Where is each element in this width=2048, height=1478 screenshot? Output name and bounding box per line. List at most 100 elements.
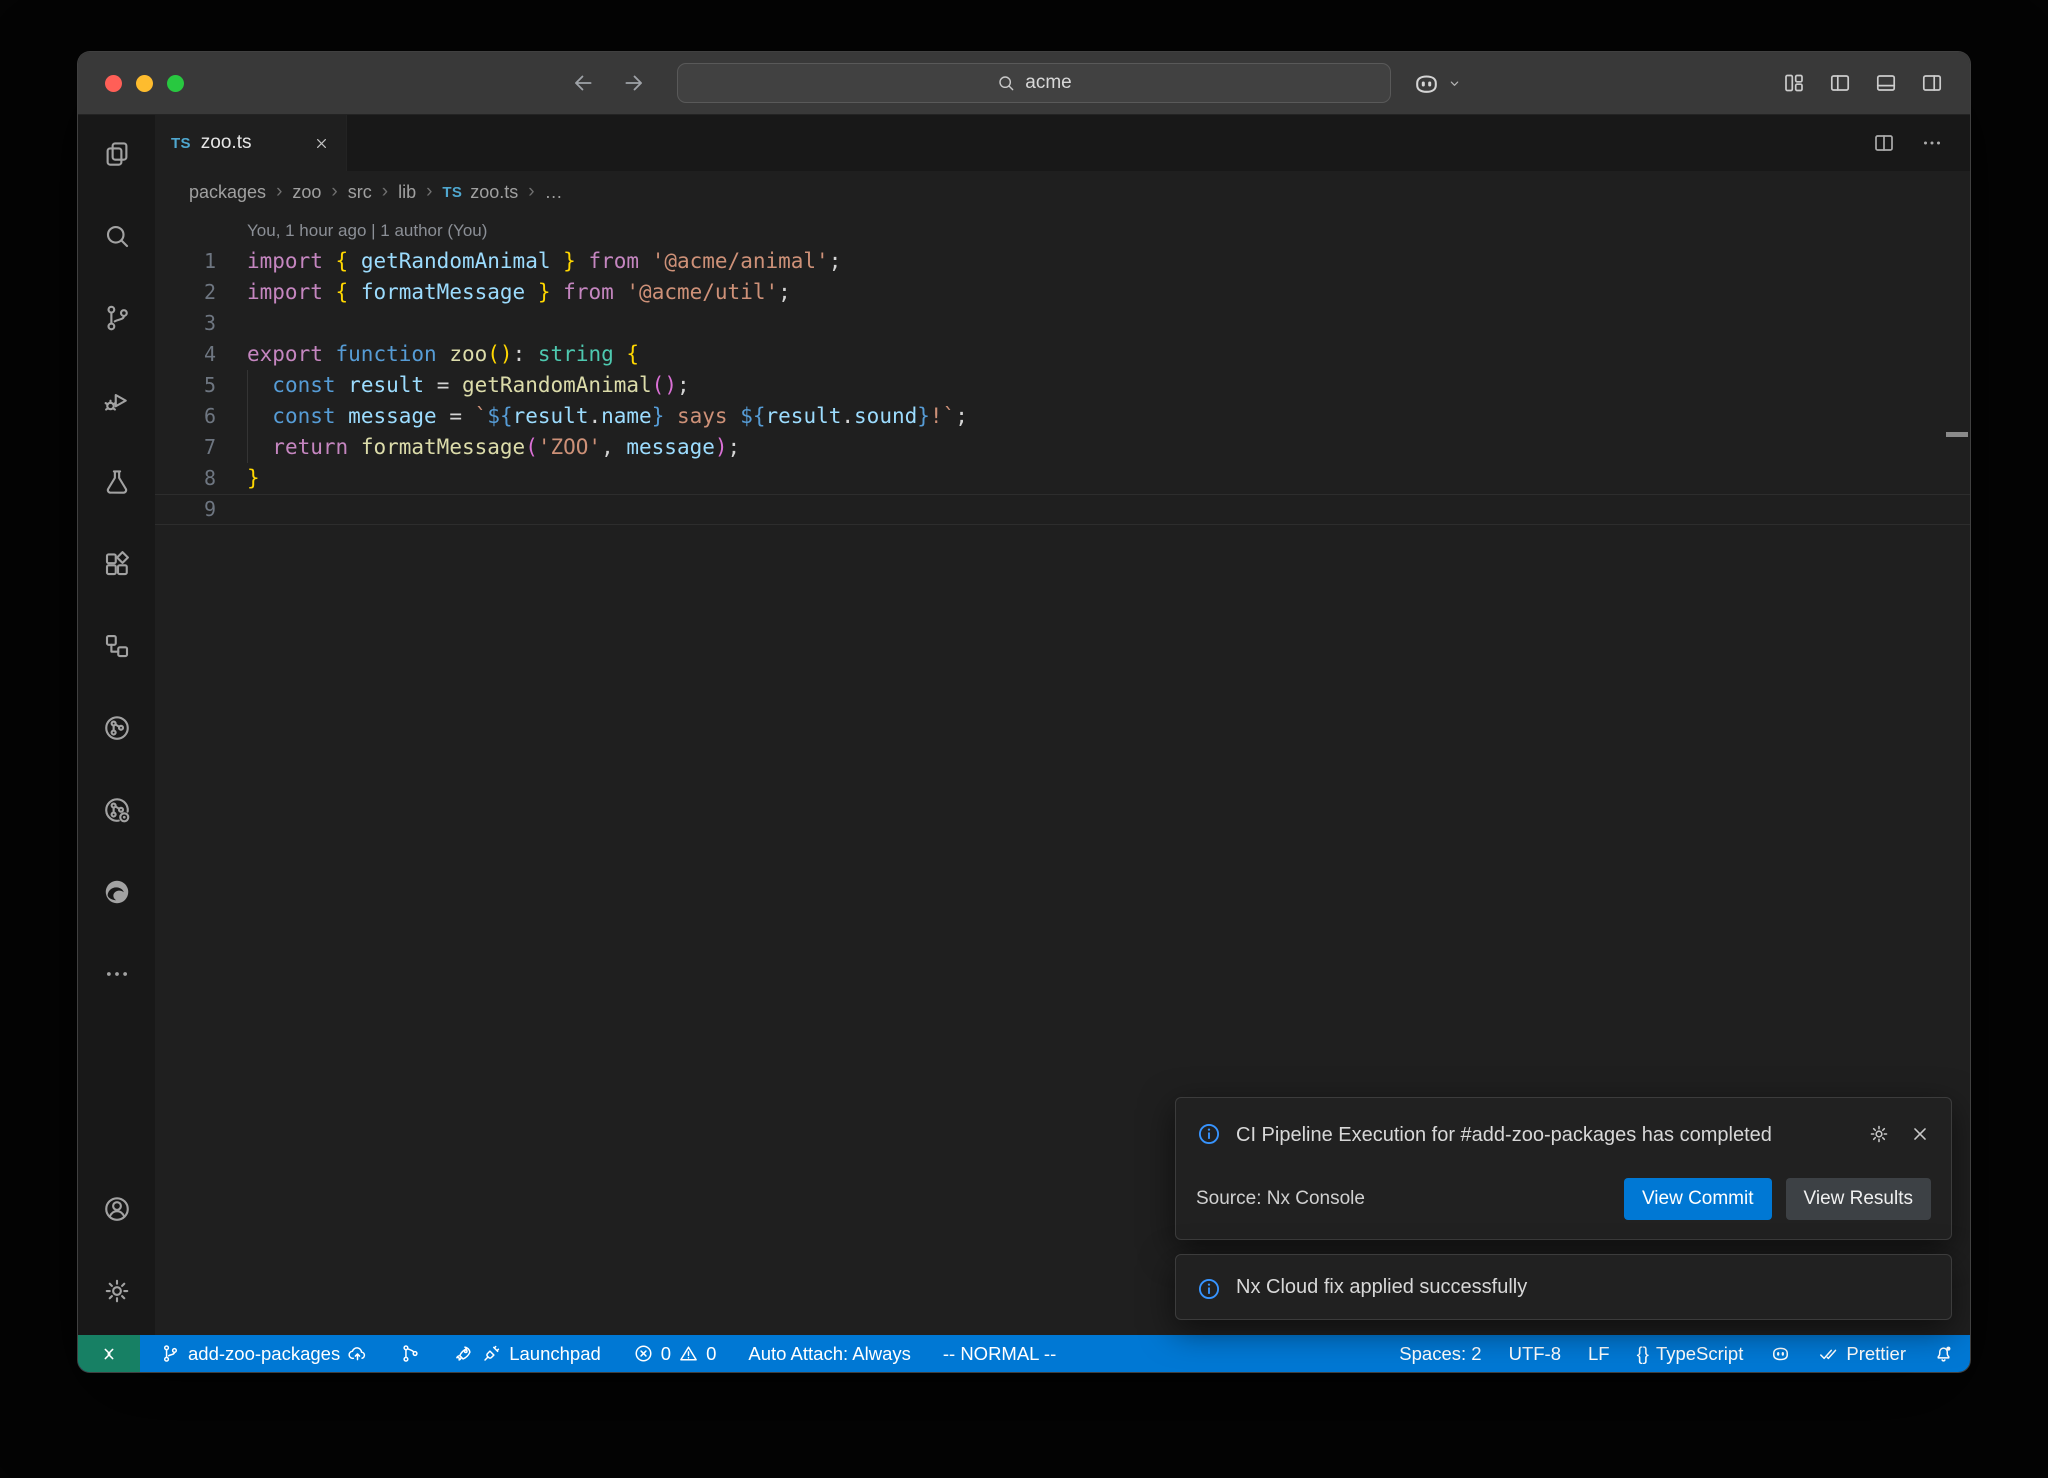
code-line-6[interactable]: 6 const message = `${result.name} says $… — [155, 401, 1970, 432]
toggle-secondary-sidebar-icon[interactable] — [1920, 71, 1944, 95]
warning-icon — [678, 1343, 699, 1364]
git-branch-icon — [160, 1343, 181, 1364]
activity-item-extensions[interactable] — [100, 547, 134, 581]
layout-controls — [1782, 52, 1944, 114]
tab-zoo-ts[interactable]: TS zoo.ts — [155, 115, 347, 171]
plug-icon — [481, 1343, 502, 1364]
remote-indicator[interactable] — [78, 1335, 140, 1372]
editor-actions — [1872, 115, 1970, 171]
notification-action-view-results[interactable]: View Results — [1786, 1178, 1931, 1220]
activity-item-additional-views[interactable] — [100, 957, 134, 991]
nx-console-icon — [102, 713, 132, 743]
activity-item-search[interactable] — [100, 219, 134, 253]
close-window-button[interactable] — [105, 75, 122, 92]
copilot-icon — [1770, 1343, 1791, 1364]
double-check-icon — [1818, 1343, 1839, 1364]
tab-bar: TS zoo.ts — [155, 115, 1970, 171]
hierarchy-icon — [102, 631, 132, 661]
status-item-source-control-graph[interactable] — [400, 1343, 421, 1364]
remote-icon — [98, 1343, 120, 1365]
activity-item-run-and-debug[interactable] — [100, 383, 134, 417]
history-navigation — [570, 52, 647, 114]
breadcrumb-item--[interactable]: … — [545, 182, 563, 203]
code-line-8[interactable]: 8} — [155, 463, 1970, 494]
code-line-7[interactable]: 7 return formatMessage('ZOO', message); — [155, 432, 1970, 463]
status-item-encoding[interactable]: UTF-8 — [1509, 1343, 1561, 1365]
activity-item-testing[interactable] — [100, 465, 134, 499]
code-line-3[interactable]: 3 — [155, 308, 1970, 339]
copilot-menu[interactable] — [1412, 52, 1463, 114]
zoom-window-button[interactable] — [167, 75, 184, 92]
code-line-9[interactable]: 9 — [155, 494, 1970, 525]
forward-icon[interactable] — [621, 70, 647, 96]
breadcrumb-item-zoo-ts[interactable]: TSzoo.ts — [442, 182, 518, 203]
ellipsis-icon — [102, 959, 132, 989]
minimize-window-button[interactable] — [136, 75, 153, 92]
activity-item-source-control[interactable] — [100, 301, 134, 335]
notification-toast-1: CI Pipeline Execution for #add-zoo-packa… — [1175, 1097, 1952, 1240]
line-number: 1 — [155, 246, 247, 277]
split-editor-icon[interactable] — [1872, 131, 1896, 155]
run-debug-icon — [102, 385, 132, 415]
more-actions-icon[interactable] — [1920, 131, 1944, 155]
activity-item-manage[interactable] — [100, 1274, 134, 1308]
code-line-5[interactable]: 5 const result = getRandomAnimal(); — [155, 370, 1970, 401]
indent-guide — [247, 370, 248, 463]
status-item-formatter-prettier[interactable]: Prettier — [1818, 1343, 1906, 1365]
close-tab-icon[interactable] — [313, 135, 330, 152]
command-center-search[interactable]: acme — [677, 63, 1391, 103]
toggle-primary-sidebar-icon[interactable] — [1828, 71, 1852, 95]
status-item-eol[interactable]: LF — [1588, 1343, 1610, 1365]
status-item-language-mode[interactable]: {}TypeScript — [1637, 1343, 1744, 1365]
status-item-indentation[interactable]: Spaces: 2 — [1399, 1343, 1481, 1365]
code-line-1[interactable]: 1import { getRandomAnimal } from '@acme/… — [155, 246, 1970, 277]
activity-item-nx-cloud[interactable] — [100, 793, 134, 827]
activity-item-project-structure[interactable] — [100, 629, 134, 663]
window-controls — [105, 52, 184, 114]
search-value: acme — [1025, 72, 1071, 94]
code-line-4[interactable]: 4export function zoo(): string { — [155, 339, 1970, 370]
extensions-icon — [102, 549, 132, 579]
overview-ruler-mark[interactable] — [1946, 432, 1968, 437]
line-number: 6 — [155, 401, 247, 432]
gear-icon — [102, 1276, 132, 1306]
line-number: 5 — [155, 370, 247, 401]
toggle-panel-icon[interactable] — [1874, 71, 1898, 95]
notification-message: CI Pipeline Execution for #add-zoo-packa… — [1236, 1117, 1772, 1154]
line-number: 7 — [155, 432, 247, 463]
copilot-icon — [1412, 69, 1441, 98]
status-item-notifications-bell[interactable] — [1933, 1343, 1954, 1364]
status-item-launchpad[interactable]: Launchpad — [453, 1343, 601, 1365]
close-icon[interactable] — [1909, 1123, 1931, 1145]
activity-item-explorer[interactable] — [100, 137, 134, 171]
error-circle-icon — [633, 1343, 654, 1364]
back-icon[interactable] — [570, 70, 596, 96]
status-item-problems[interactable]: 00 — [633, 1343, 717, 1365]
notification-action-view-commit[interactable]: View Commit — [1624, 1178, 1772, 1220]
status-item-copilot[interactable] — [1770, 1343, 1791, 1364]
git-graph-icon — [400, 1343, 421, 1364]
activity-item-nx-console[interactable] — [100, 711, 134, 745]
notification-toast-2: Nx Cloud fix applied successfully — [1175, 1254, 1952, 1320]
activity-item-accounts[interactable] — [100, 1192, 134, 1226]
breadcrumb-item-packages[interactable]: packages — [189, 182, 266, 203]
breadcrumb-separator-icon: › — [276, 181, 282, 203]
nx-cloud-icon — [102, 795, 132, 825]
breadcrumb-item-lib[interactable]: lib — [398, 182, 416, 203]
breadcrumb-item-src[interactable]: src — [348, 182, 372, 203]
files-icon — [102, 139, 132, 169]
edge-icon — [102, 877, 132, 907]
code-line-2[interactable]: 2import { formatMessage } from '@acme/ut… — [155, 277, 1970, 308]
vscode-window: acme TS zoo.ts — [78, 52, 1970, 1372]
status-item-auto-attach[interactable]: Auto Attach: Always — [748, 1343, 910, 1365]
activity-item-edge-devtools[interactable] — [100, 875, 134, 909]
breadcrumb-item-zoo[interactable]: zoo — [292, 182, 321, 203]
blame-row: You, 1 hour ago | 1 author (You) — [155, 215, 1970, 246]
customize-layout-icon[interactable] — [1782, 71, 1806, 95]
rocket-icon — [453, 1343, 474, 1364]
info-icon — [1196, 1276, 1222, 1302]
gear-icon[interactable] — [1868, 1123, 1890, 1145]
status-item-branch[interactable]: add-zoo-packages — [160, 1343, 368, 1365]
notification-message: Nx Cloud fix applied successfully — [1236, 1274, 1527, 1300]
status-item-vim-mode[interactable]: -- NORMAL -- — [943, 1343, 1056, 1365]
